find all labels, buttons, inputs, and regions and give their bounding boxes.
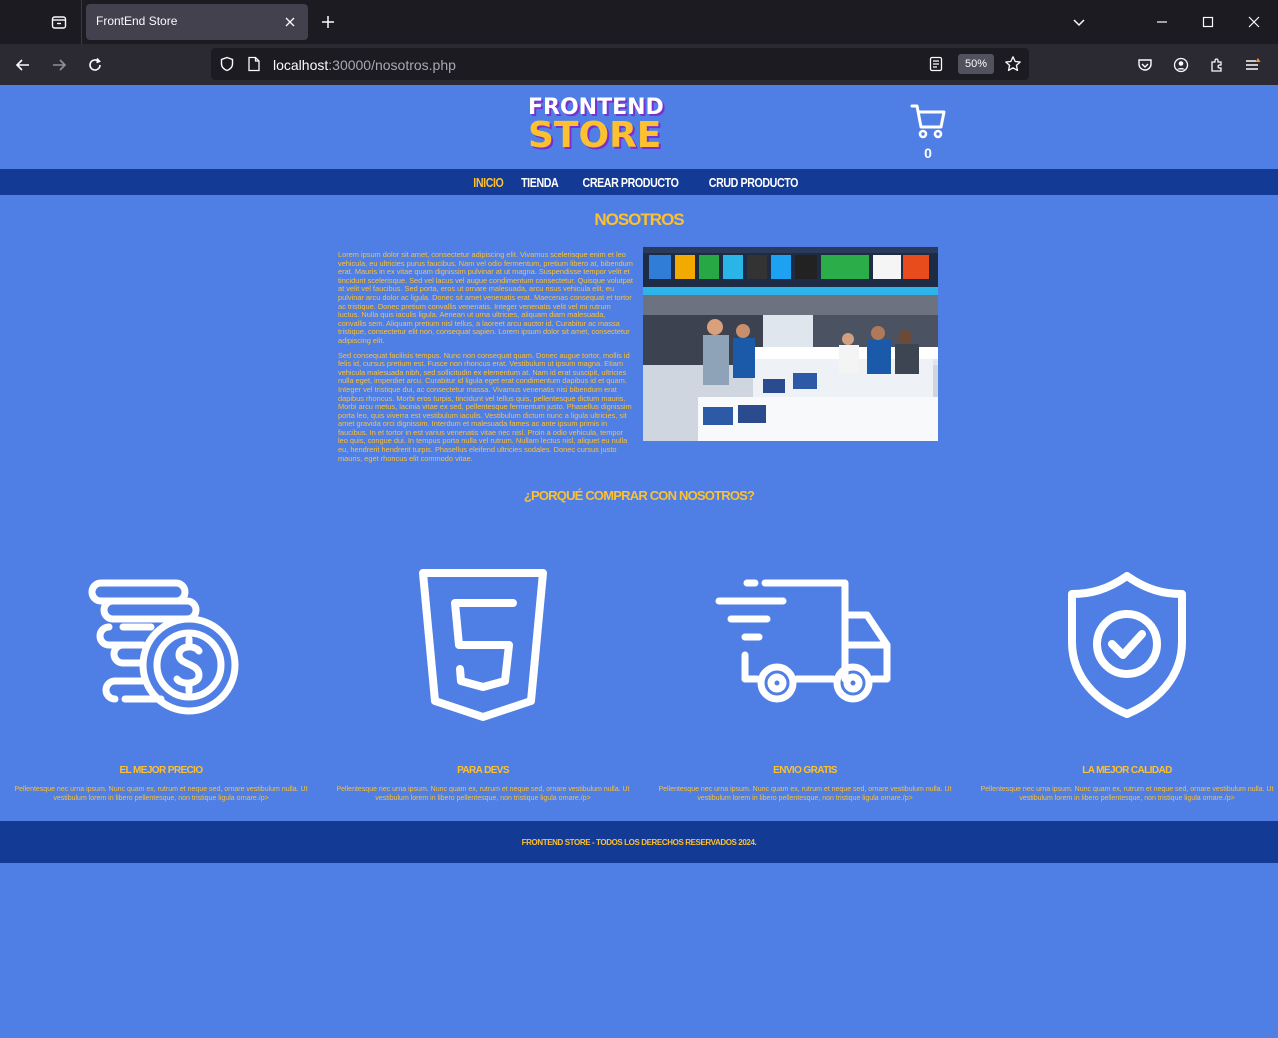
pocket-icon[interactable]: [1132, 52, 1158, 78]
store-logo[interactable]: FRONTEND STORE: [528, 97, 668, 156]
cart-count: 0: [924, 145, 932, 161]
feature-title: LA MEJOR CALIDAD: [1082, 765, 1172, 776]
feature-title: PARA DEVS: [457, 765, 509, 776]
close-window-icon[interactable]: [1242, 10, 1266, 34]
browser-tab-bar: FrontEnd Store: [0, 0, 1278, 44]
shield-check-icon: [966, 555, 1278, 735]
feature-text: Pellentesque nec urna ipsum. Nunc quam e…: [14, 786, 308, 802]
main-menu: INICIO TIENDA CREAR PRODUCTO CRUD PRODUC…: [0, 169, 1278, 195]
delivery-truck-icon: [644, 555, 966, 735]
tab-list-icon[interactable]: [40, 8, 78, 36]
forward-arrow-icon[interactable]: [46, 52, 72, 78]
shopping-cart-icon: [908, 104, 948, 145]
feature-title: EL MEJOR PRECIO: [119, 765, 203, 776]
url-path: :30000/nosotros.php: [328, 57, 456, 73]
menu-hamburger-icon[interactable]: [1240, 52, 1266, 78]
extensions-icon[interactable]: [1204, 52, 1230, 78]
reader-view-icon[interactable]: [929, 56, 943, 77]
back-arrow-icon[interactable]: [10, 52, 36, 78]
url-bar[interactable]: localhost:30000/nosotros.php 50%: [211, 48, 1029, 80]
zoom-level-badge[interactable]: 50%: [958, 54, 994, 74]
tab-separator: [81, 0, 82, 44]
page-info-icon[interactable]: [247, 56, 261, 77]
shield-icon[interactable]: [219, 56, 235, 77]
tab-title: FrontEnd Store: [96, 14, 178, 28]
feature-text: Pellentesque nec urna ipsum. Nunc quam e…: [980, 786, 1274, 802]
menu-item-tienda[interactable]: TIENDA: [521, 175, 559, 190]
browser-tab-active[interactable]: FrontEnd Store: [86, 4, 308, 40]
about-text: Lorem ipsum dolor sit amet, consectetur …: [338, 250, 634, 469]
store-photo: [643, 247, 938, 441]
page-footer: FRONTEND STORE - TODOS LOS DERECHOS RESE…: [0, 821, 1278, 863]
menu-item-crud-producto[interactable]: CRUD PRODUCTO: [709, 175, 799, 190]
url-host: localhost: [273, 57, 329, 73]
footer-text: FRONTEND STORE - TODOS LOS DERECHOS RESE…: [521, 837, 757, 847]
about-paragraph-1: Lorem ipsum dolor sit amet, consectetur …: [338, 250, 633, 345]
bookmark-star-icon[interactable]: [1004, 55, 1022, 78]
cart-button[interactable]: 0: [908, 101, 948, 161]
coins-dollar-icon: [0, 555, 322, 735]
minimize-icon[interactable]: [1150, 10, 1174, 34]
url-text[interactable]: localhost:30000/nosotros.php: [273, 57, 456, 73]
browser-nav-bar: localhost:30000/nosotros.php 50%: [0, 44, 1278, 85]
feature-text: Pellentesque nec urna ipsum. Nunc quam e…: [658, 786, 952, 802]
about-paragraph-2: Sed consequat facilisis tempus. Nunc non…: [338, 350, 632, 463]
why-title: ¿PORQUÉ COMPRAR CON NOSOTROS?: [523, 488, 755, 503]
feature-title: ENVIO GRATIS: [773, 765, 837, 776]
html5-icon: [322, 555, 644, 735]
about-title: NOSOTROS: [594, 210, 684, 229]
account-icon[interactable]: [1168, 52, 1194, 78]
page-content: FRONTEND STORE 0 INICIO TIENDA CREAR PRO…: [0, 85, 1278, 1038]
maximize-icon[interactable]: [1196, 10, 1220, 34]
menu-item-crear-producto[interactable]: CREAR PRODUCTO: [583, 175, 679, 190]
chevron-down-icon[interactable]: [1067, 10, 1091, 34]
reload-icon[interactable]: [82, 52, 108, 78]
feature-text: Pellentesque nec urna ipsum. Nunc quam e…: [336, 786, 630, 802]
new-tab-icon[interactable]: [316, 10, 340, 34]
features-section: EL MEJOR PRECIO Pellentesque nec urna ip…: [0, 555, 1278, 815]
close-tab-icon[interactable]: [280, 12, 300, 32]
logo-bottom-text: STORE: [528, 115, 662, 156]
menu-item-inicio[interactable]: INICIO: [473, 175, 504, 190]
